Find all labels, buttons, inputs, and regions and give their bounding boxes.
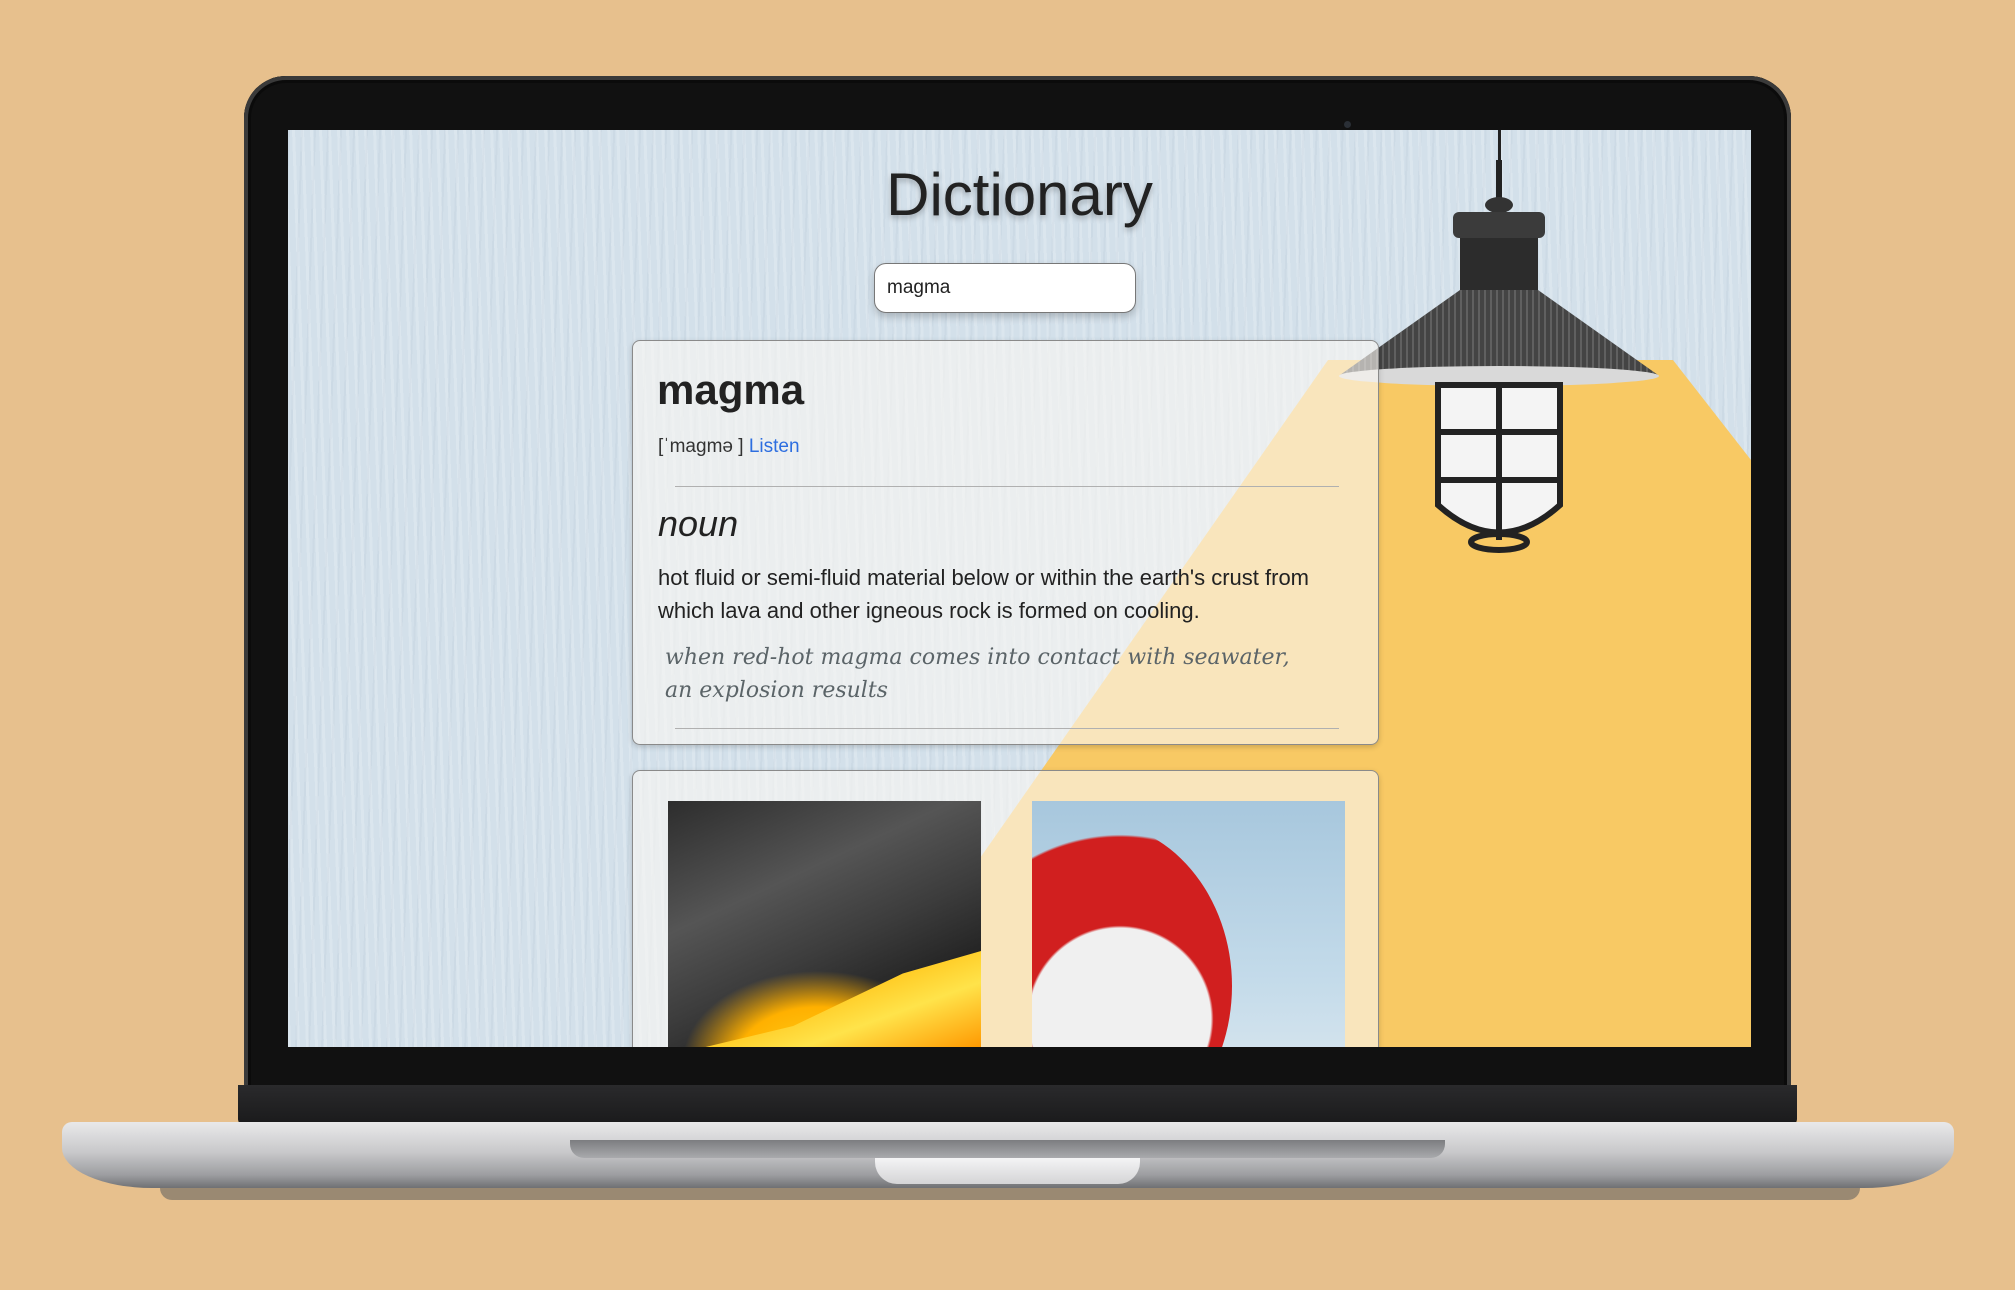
lava-photo[interactable] — [668, 801, 981, 1047]
phonetic-bracket-close: ] — [738, 436, 744, 457]
definition-text: hot fluid or semi-fluid material below o… — [658, 565, 1310, 623]
laptop-hinge — [570, 1140, 1445, 1158]
divider — [675, 486, 1339, 487]
definition-card: magma [ˈmagmə ] Listen noun hot fluid or… — [632, 340, 1379, 745]
divider — [675, 728, 1339, 729]
eruption-photo[interactable] — [1032, 801, 1345, 1047]
search-input[interactable] — [874, 263, 1136, 313]
laptop-shadow — [160, 1188, 1860, 1200]
app-screen: Dictionary magma [ˈmagmə ] Listen noun h… — [288, 130, 1751, 1047]
camera-icon — [1344, 121, 1351, 128]
page-title: Dictionary — [886, 161, 1153, 228]
laptop-notch — [875, 1158, 1140, 1184]
phonetic-text: ˈmagmə — [663, 436, 733, 457]
phonetic-row: [ˈmagmə ] Listen — [658, 436, 800, 458]
laptop-chin — [238, 1085, 1797, 1125]
example-text: when red-hot magma comes into contact wi… — [665, 645, 1290, 703]
entry-word: magma — [657, 366, 805, 413]
part-of-speech: noun — [658, 503, 739, 544]
listen-link[interactable]: Listen — [749, 436, 800, 457]
images-card — [632, 770, 1379, 1047]
